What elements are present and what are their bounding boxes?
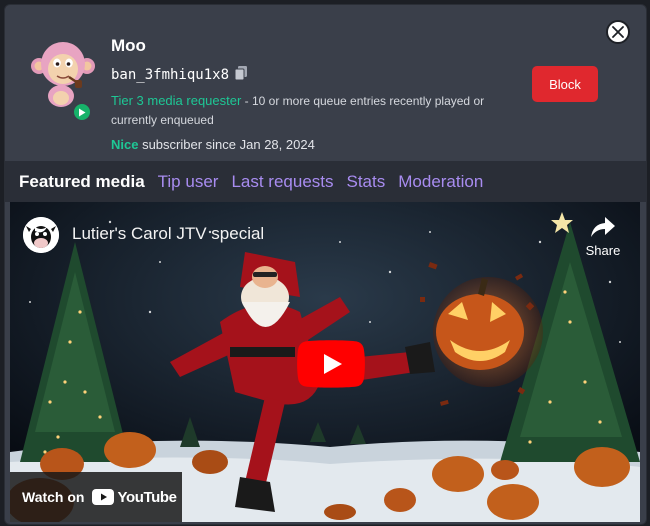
tier-label: Tier 3 media requester [111, 93, 242, 108]
tab-tip-user[interactable]: Tip user [158, 172, 219, 192]
youtube-embed[interactable]: Lutier's Carol JTV special Share Watch o… [10, 202, 640, 522]
copy-button[interactable] [234, 65, 248, 85]
share-label: Share [585, 243, 621, 258]
cow-channel-icon [23, 217, 59, 253]
youtube-logo-icon [92, 489, 115, 505]
play-badge-icon [72, 102, 92, 122]
tab-stats[interactable]: Stats [347, 172, 386, 192]
youtube-wordmark: YouTube [117, 488, 177, 506]
tab-moderation[interactable]: Moderation [398, 172, 483, 192]
subscription-info: Nice subscriber since Jan 28, 2024 [111, 137, 315, 152]
subscription-badge: Nice [111, 137, 139, 152]
channel-avatar[interactable] [23, 217, 59, 253]
close-button[interactable] [606, 20, 630, 44]
close-icon [612, 26, 624, 38]
avatar [31, 36, 95, 122]
youtube-logo: YouTube [92, 488, 177, 506]
user-id: ban_3fmhiqu1x8 [111, 67, 230, 83]
tab-bar: Featured media Tip user Last requests St… [5, 161, 646, 202]
video-title[interactable]: Lutier's Carol JTV special [72, 224, 264, 244]
block-button[interactable]: Block [532, 66, 598, 102]
share-icon [591, 217, 615, 237]
tab-last-requests[interactable]: Last requests [231, 172, 333, 192]
watch-on-label: Watch on [22, 489, 85, 505]
user-id-row: ban_3fmhiqu1x8 [111, 65, 248, 85]
copy-icon [234, 66, 248, 81]
watch-on-youtube-link[interactable]: Watch on YouTube [10, 472, 182, 522]
play-button[interactable] [297, 340, 365, 388]
youtube-play-icon [297, 340, 365, 388]
username: Moo [111, 36, 146, 55]
user-profile-modal: Moo ban_3fmhiqu1x8 Tier 3 media requeste… [4, 4, 647, 525]
tier-info: Tier 3 media requester - 10 or more queu… [111, 91, 511, 130]
monkey-avatar [31, 42, 95, 107]
share-button[interactable]: Share [583, 216, 623, 258]
tab-featured-media[interactable]: Featured media [19, 172, 145, 192]
subscription-text: subscriber since Jan 28, 2024 [138, 137, 315, 152]
